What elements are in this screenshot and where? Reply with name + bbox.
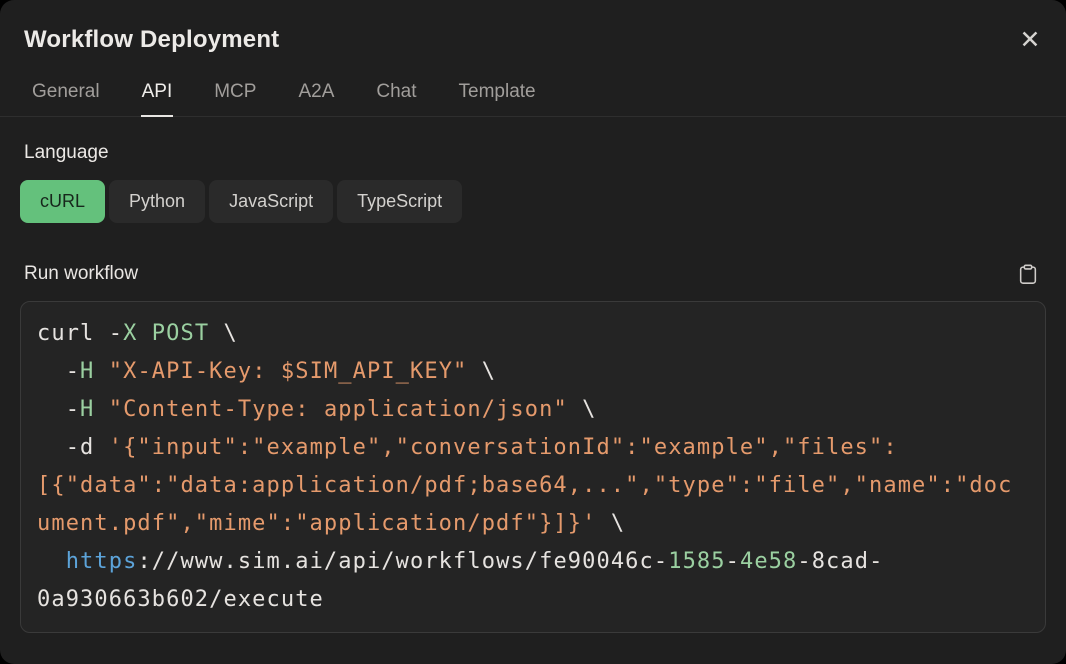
code-token: \ [467,359,496,384]
code-token: https [66,549,138,574]
code-token: \ [568,397,597,422]
language-option-typescript[interactable]: TypeScript [337,180,462,223]
code-token: - [726,549,740,574]
code-token [94,397,108,422]
code-line: -d '{"input":"example","conversationId":… [37,429,1029,467]
page-title: Workflow Deployment [24,26,1042,54]
modal-header: Workflow Deployment ✕ [0,0,1066,54]
code-token: curl - [37,321,123,346]
code-token: -8cad- [797,549,883,574]
code-token: 4e58 [740,549,797,574]
clipboard-icon [1017,262,1039,286]
code-token: "X-API-Key: $SIM_API_KEY" [109,359,468,384]
code-token: POST [152,321,209,346]
code-token [94,359,108,384]
code-token: ://www.sim.ai/api/workflows/fe90046c- [137,549,668,574]
code-token [37,549,66,574]
code-token: X [123,321,137,346]
code-token: - [37,397,80,422]
tab-template[interactable]: Template [458,81,537,117]
code-token: 1585 [668,549,725,574]
code-line: https://www.sim.ai/api/workflows/fe90046… [37,543,1029,581]
code-line: 0a930663b602/execute [37,581,1029,619]
tab-bar: General API MCP A2A Chat Template [0,81,1066,117]
code-line: ument.pdf","mime":"application/pdf"}]}' … [37,505,1029,543]
workflow-deployment-modal: Workflow Deployment ✕ General API MCP A2A Ch… [0,0,1066,664]
code-token: 0a930663b602/execute [37,587,324,612]
code-token: H [80,397,94,422]
close-icon[interactable]: ✕ [1014,24,1046,56]
code-token: '{"input":"example","conversationId":"ex… [109,435,898,460]
language-selector: cURLPythonJavaScriptTypeScript [20,180,1046,223]
tab-api[interactable]: API [141,81,174,117]
code-token: "Content-Type: application/json" [109,397,568,422]
code-line: -H "X-API-Key: $SIM_API_KEY" \ [37,353,1029,391]
language-option-javascript[interactable]: JavaScript [209,180,333,223]
run-workflow-label: Run workflow [24,263,138,285]
language-label: Language [24,142,1046,164]
code-token: H [80,359,94,384]
tab-general[interactable]: General [31,81,101,117]
tab-chat[interactable]: Chat [375,81,417,117]
code-token: [{"data":"data:application/pdf;base64,..… [37,473,1012,498]
tab-mcp[interactable]: MCP [213,81,257,117]
modal-content: Language cURLPythonJavaScriptTypeScript … [0,142,1066,633]
code-block: curl -X POST \ -H "X-API-Key: $SIM_API_K… [20,301,1046,633]
run-workflow-row: Run workflow [20,261,1046,287]
code-line: curl -X POST \ [37,315,1029,353]
code-line: -H "Content-Type: application/json" \ [37,391,1029,429]
language-option-curl[interactable]: cURL [20,180,105,223]
tab-a2a[interactable]: A2A [297,81,335,117]
code-token: \ [209,321,238,346]
copy-button[interactable] [1016,261,1040,287]
code-token: \ [596,511,625,536]
code-token: ument.pdf","mime":"application/pdf"}]}' [37,511,596,536]
language-option-python[interactable]: Python [109,180,205,223]
code-line: [{"data":"data:application/pdf;base64,..… [37,467,1029,505]
code-token [137,321,151,346]
code-token: - [37,359,80,384]
code-token: -d [37,435,109,460]
